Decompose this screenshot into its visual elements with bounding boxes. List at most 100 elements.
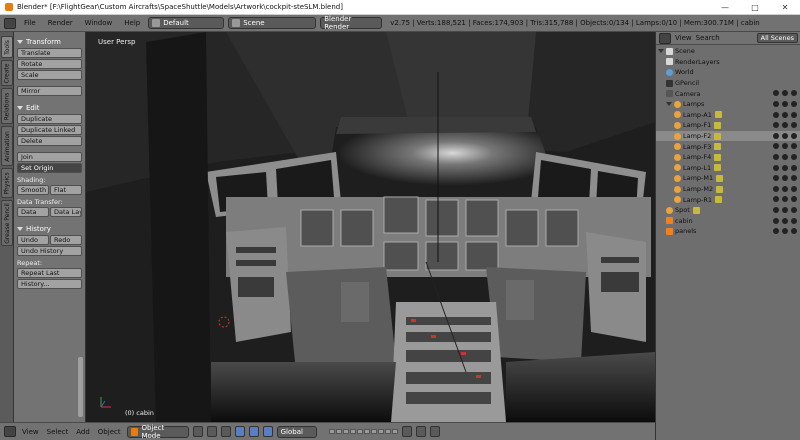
eye-icon[interactable] [773, 207, 779, 213]
lamp-data-icon[interactable] [715, 196, 723, 204]
scale-manipulator-icon[interactable] [262, 426, 273, 437]
menu-window[interactable]: Window [81, 19, 117, 27]
lamp-data-icon[interactable] [714, 153, 722, 161]
redo-button[interactable]: Redo [50, 235, 82, 245]
close-icon[interactable]: ✕ [770, 0, 800, 14]
camera-render-icon[interactable] [791, 143, 797, 150]
set-origin-dropdown[interactable]: Set Origin [17, 163, 82, 173]
eye-icon[interactable] [773, 175, 779, 182]
outliner-editor-icon[interactable] [659, 32, 671, 44]
lamp-data-icon[interactable] [714, 164, 722, 172]
menu-view[interactable]: View [20, 428, 41, 436]
outliner-item[interactable]: Lamp-R1 [656, 194, 800, 205]
outliner-item[interactable]: World [656, 67, 800, 78]
lamp-data-icon[interactable] [716, 185, 724, 193]
cursor-icon[interactable] [782, 185, 788, 192]
history-button[interactable]: History... [17, 279, 82, 289]
editor-type-icon[interactable] [4, 426, 16, 437]
menu-object[interactable]: Object [96, 428, 123, 436]
eye-icon[interactable] [773, 143, 779, 150]
shading-mode-icon[interactable] [192, 426, 203, 437]
cursor-icon[interactable] [782, 196, 788, 203]
visibility-toggles[interactable] [773, 175, 797, 182]
camera-render-icon[interactable] [791, 185, 797, 192]
menu-add[interactable]: Add [74, 428, 92, 436]
smooth-button[interactable]: Smooth [17, 185, 49, 195]
menu-render[interactable]: Render [44, 19, 77, 27]
camera-render-icon[interactable] [791, 132, 797, 139]
tab-grease-pencil[interactable]: Grease Pencil [1, 200, 13, 246]
layer-buttons[interactable] [328, 429, 398, 434]
cursor-icon[interactable] [782, 217, 788, 224]
visibility-toggles[interactable] [773, 207, 797, 213]
scale-button[interactable]: Scale [17, 70, 82, 80]
camera-render-icon[interactable] [791, 175, 797, 182]
flat-button[interactable]: Flat [50, 185, 82, 195]
menu-file[interactable]: File [20, 19, 40, 27]
tab-tools[interactable]: Tools [1, 36, 13, 58]
eye-icon[interactable] [773, 111, 779, 118]
visibility-toggles[interactable] [773, 164, 797, 171]
menu-select[interactable]: Select [45, 428, 71, 436]
eye-icon[interactable] [773, 164, 779, 171]
delete-button[interactable]: Delete [17, 136, 82, 146]
camera-render-icon[interactable] [791, 122, 797, 129]
cursor-icon[interactable] [782, 90, 788, 97]
camera-render-icon[interactable] [791, 101, 797, 107]
eye-icon[interactable] [773, 90, 779, 97]
tab-relations[interactable]: Relations [1, 88, 13, 124]
cursor-icon[interactable] [782, 154, 788, 160]
expand-triangle-icon[interactable] [658, 49, 664, 54]
edit-panel-header[interactable]: Edit [17, 102, 82, 113]
tool-shelf-scrollbar[interactable] [78, 357, 83, 417]
camera-render-icon[interactable] [791, 164, 797, 171]
camera-render-icon[interactable] [791, 196, 797, 203]
visibility-toggles[interactable] [773, 154, 797, 160]
camera-render-icon[interactable] [791, 90, 797, 97]
lamp-data-icon[interactable] [714, 132, 722, 140]
cursor-icon[interactable] [782, 111, 788, 118]
rotate-button[interactable]: Rotate [17, 59, 82, 69]
cursor-icon[interactable] [782, 101, 788, 107]
undo-history-button[interactable]: Undo History [17, 246, 82, 256]
camera-render-icon[interactable] [791, 228, 797, 235]
outliner-item[interactable]: Scene [656, 46, 800, 57]
outliner-item[interactable]: panels [656, 226, 800, 237]
duplicate-linked-button[interactable]: Duplicate Linked [17, 125, 82, 135]
outliner-item[interactable]: Lamp-M1 [656, 173, 800, 184]
visibility-toggles[interactable] [773, 111, 797, 118]
data-button[interactable]: Data [17, 207, 49, 217]
outliner-menu-view[interactable]: View [675, 34, 692, 42]
history-panel-header[interactable]: History [17, 223, 82, 234]
render-icon[interactable] [429, 426, 440, 437]
outliner-item[interactable]: Lamp-L1 [656, 163, 800, 174]
visibility-toggles[interactable] [773, 196, 797, 203]
visibility-toggles[interactable] [773, 185, 797, 192]
expand-triangle-icon[interactable] [666, 102, 672, 107]
render-engine-dropdown[interactable]: Blender Render [320, 15, 383, 31]
camera-render-icon[interactable] [791, 154, 797, 160]
eye-icon[interactable] [773, 122, 779, 129]
lamp-data-icon[interactable] [714, 121, 722, 129]
visibility-toggles[interactable] [773, 228, 797, 235]
outliner-item[interactable]: Lamp-F3 [656, 141, 800, 152]
outliner-item[interactable]: Camera [656, 88, 800, 99]
outliner-item[interactable]: Spot [656, 205, 800, 216]
cursor-icon[interactable] [782, 143, 788, 150]
editor-type-icon[interactable] [4, 17, 16, 29]
rotate-manipulator-icon[interactable] [248, 426, 259, 437]
join-button[interactable]: Join [17, 152, 82, 162]
maximize-icon[interactable]: □ [740, 0, 770, 14]
outliner-item[interactable]: Lamps [656, 99, 800, 110]
outliner-item[interactable]: Lamp-F4 [656, 152, 800, 163]
cursor-icon[interactable] [782, 207, 788, 213]
outliner-menu-search[interactable]: Search [696, 34, 720, 42]
eye-icon[interactable] [773, 185, 779, 192]
outliner-item[interactable]: Lamp-M2 [656, 184, 800, 195]
minimize-icon[interactable]: — [710, 0, 740, 14]
eye-icon[interactable] [773, 101, 779, 107]
mirror-button[interactable]: Mirror [17, 86, 82, 96]
visibility-toggles[interactable] [773, 101, 797, 107]
tab-create[interactable]: Create [1, 60, 13, 86]
outliner-item[interactable]: RenderLayers [656, 57, 800, 68]
